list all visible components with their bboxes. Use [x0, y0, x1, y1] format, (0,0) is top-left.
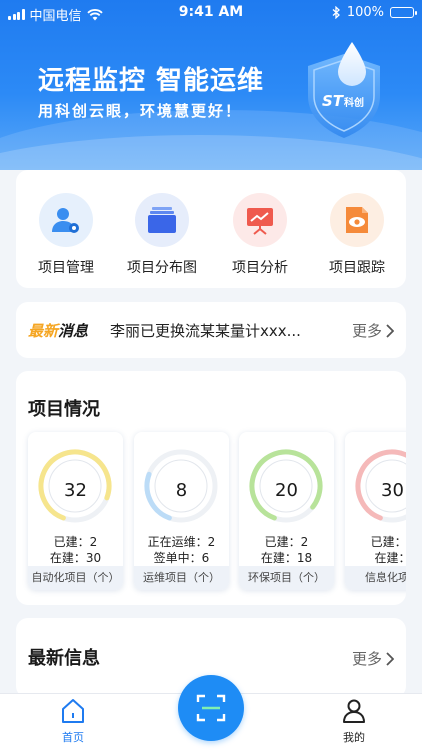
section-title: 项目情况: [28, 399, 100, 420]
more-label: 更多: [351, 650, 382, 668]
news-ticker-card[interactable]: 最新消息 李丽已更换流某某量计xxx... 更多: [16, 302, 406, 358]
battery-label: 100%: [346, 5, 384, 20]
banner-subtitle: 用科创云眼，环境慧更好！: [38, 102, 243, 120]
project-line-2: 在建：30: [49, 551, 102, 565]
svg-text:ST: ST: [322, 92, 345, 110]
presentation-chart-icon: [233, 193, 287, 247]
news-tag: 最新消息: [28, 322, 89, 340]
user-icon: [343, 699, 365, 723]
project-category: 自动化项目（个）: [28, 566, 123, 590]
scan-icon: [196, 694, 226, 722]
stack-layers-icon: [135, 193, 189, 247]
battery-icon: [390, 7, 417, 18]
status-bar: 中国电信 9:41 AM 100%: [0, 0, 422, 26]
quick-action-project-map[interactable]: 项目分布图: [117, 193, 207, 277]
quick-action-label: 项目分布图: [127, 260, 197, 276]
chevron-right-icon: [386, 323, 394, 338]
project-stat-card[interactable]: 30 已建：2 在建：信息化项目: [345, 432, 406, 590]
news-more-link[interactable]: 更多: [352, 320, 394, 341]
header-banner: 中国电信 9:41 AM 100% 远程监控 智能运维 用科创云眼，环境慧更好！: [0, 0, 422, 170]
banner-title: 远程监控 智能运维: [38, 66, 265, 96]
quick-actions-card: 项目管理 项目分布图 项目分析 项目跟踪: [16, 170, 406, 288]
project-stat-card[interactable]: 8 正在运维：2 签单中：6 运维项目（个）: [134, 432, 229, 590]
project-line-2: 在建：18: [260, 551, 313, 565]
project-line-1: 已建：2: [53, 535, 98, 549]
project-stat-card[interactable]: 32 已建：2 在建：30 自动化项目（个）: [28, 432, 123, 590]
project-category: 运维项目（个）: [134, 566, 229, 590]
svg-text:科创: 科创: [344, 96, 364, 109]
tab-mine[interactable]: 我的: [324, 698, 384, 745]
project-stat-card[interactable]: 20 已建：2 在建：18 环保项目（个）: [239, 432, 334, 590]
quick-action-label: 项目跟踪: [329, 260, 385, 276]
section-title: 最新信息: [28, 648, 100, 669]
project-category: 信息化项目: [345, 566, 406, 590]
quick-action-project-tracking[interactable]: 项目跟踪: [312, 193, 402, 277]
project-line-1: 已建：2: [370, 535, 406, 549]
news-message[interactable]: 李丽已更换流某某量计xxx...: [110, 320, 301, 341]
quick-action-project-management[interactable]: 项目管理: [21, 193, 111, 277]
project-line-2: 签单中：6: [153, 551, 210, 565]
eye-document-icon: [330, 193, 384, 247]
tab-label: 首页: [62, 731, 84, 744]
shield-logo-icon: ST 科创: [308, 42, 380, 138]
project-line-1: 已建：2: [264, 535, 309, 549]
latest-more-link[interactable]: 更多: [352, 648, 394, 669]
project-line-2: 在建：: [374, 551, 406, 565]
home-icon: [62, 699, 84, 723]
project-count: 32: [64, 480, 87, 501]
project-count: 20: [275, 480, 298, 501]
scan-button[interactable]: [178, 675, 244, 741]
project-line-1: 正在运维：2: [147, 535, 216, 549]
more-label: 更多: [351, 322, 382, 340]
project-category: 环保项目（个）: [239, 566, 334, 590]
tab-home[interactable]: 首页: [43, 698, 103, 745]
project-count: 8: [175, 480, 188, 501]
quick-action-label: 项目管理: [38, 260, 94, 276]
project-count: 30: [381, 480, 404, 501]
quick-action-project-analysis[interactable]: 项目分析: [215, 193, 305, 277]
chevron-right-icon: [386, 651, 394, 666]
quick-action-label: 项目分析: [232, 260, 288, 276]
tab-label: 我的: [343, 731, 365, 744]
user-gear-icon: [39, 193, 93, 247]
bluetooth-icon: [332, 6, 340, 19]
project-status-card: 项目情况 32 已建：2 在建：30 自动化项目（个） 8 正在运维：2 签单中：6 运维项目…: [16, 371, 406, 605]
